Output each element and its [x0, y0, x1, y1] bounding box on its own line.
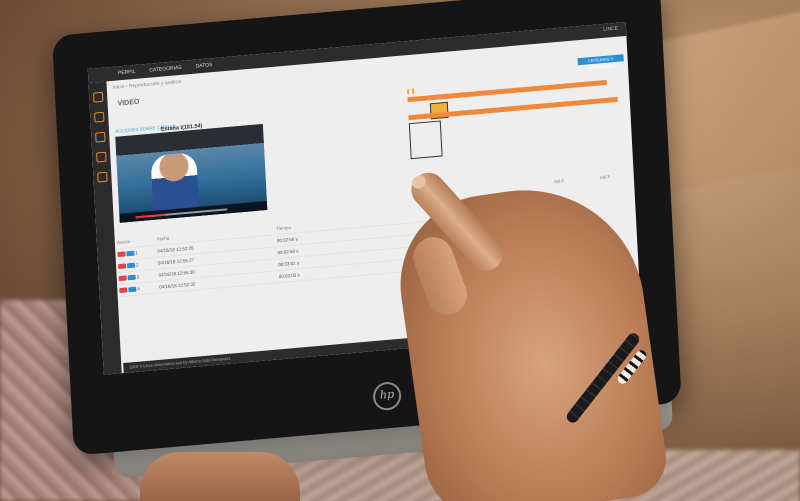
settings-icon[interactable]: [95, 131, 106, 143]
timeline-panel[interactable]: █: [407, 70, 627, 179]
video-icon[interactable]: [94, 111, 105, 123]
athlete-figure: [150, 151, 200, 214]
nav-item-perfil[interactable]: PERFIL: [118, 69, 136, 77]
timeline-col: cat 3: [599, 173, 610, 180]
row-actions[interactable]: 3: [118, 273, 159, 282]
stats-icon[interactable]: [97, 171, 108, 183]
row-actions[interactable]: 1: [117, 249, 157, 258]
nav-item-datos[interactable]: DATOS: [195, 62, 212, 69]
chart-icon[interactable]: [96, 151, 107, 163]
selection-box[interactable]: [408, 120, 443, 160]
video-player[interactable]: [115, 123, 268, 223]
row-actions[interactable]: 4: [119, 285, 159, 294]
nav-item-categorias[interactable]: CATEGORIAS: [149, 65, 182, 74]
app-brand: LINCE: [603, 25, 619, 33]
breadcrumb[interactable]: Inicio › Reproducción y análisis: [113, 79, 182, 91]
home-icon[interactable]: [92, 91, 104, 103]
page-title: VIDEO: [117, 98, 140, 108]
photo-background: hp PERFIL CATEGORIAS DATOS LINCE Inicio …: [0, 0, 800, 501]
timeline-label: █: [407, 88, 415, 95]
col-action: Acción: [116, 238, 131, 246]
timeline-bar[interactable]: [407, 79, 607, 103]
criteria-button[interactable]: CRITERIOS Y CATEGORÍAS: [577, 54, 624, 70]
supporting-hand: [140, 452, 300, 501]
video-progress-fill: [135, 213, 166, 218]
timeline-col: cat 2: [553, 177, 564, 184]
row-actions[interactable]: 2: [117, 261, 158, 270]
